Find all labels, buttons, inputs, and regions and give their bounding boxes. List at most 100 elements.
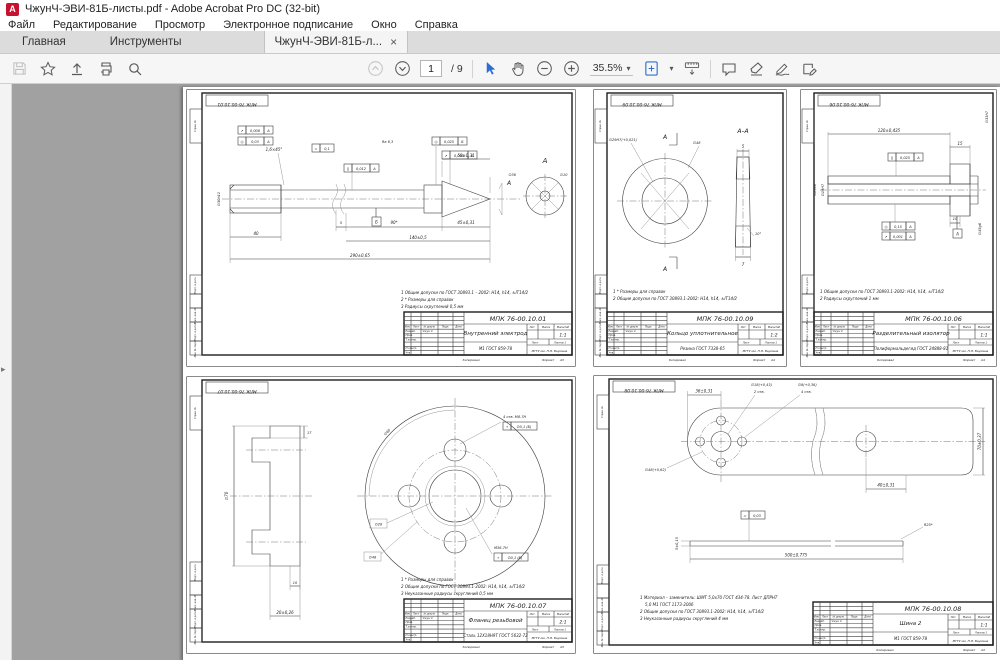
close-icon[interactable]: × — [390, 36, 397, 48]
share-icon[interactable] — [68, 60, 86, 78]
measure-tool-icon[interactable] — [683, 60, 701, 78]
note: 1 Общие допуски по ГОСТ 30893.1 – 2002: … — [401, 290, 529, 295]
dim: ∅48 — [369, 556, 377, 560]
stamp-text: МПК 76-00.10.08 — [624, 387, 663, 393]
dim: ∅18(+0,43) — [751, 383, 773, 387]
stamp-text: Пров. — [406, 620, 414, 624]
stamp-text: Формат — [963, 648, 975, 652]
stamp-text: Шина 2 — [900, 621, 922, 627]
dim: ∅48(+0,62) — [645, 468, 667, 472]
stamp-text: Справ. № — [806, 120, 809, 132]
menu-edit[interactable]: Редактирование — [53, 19, 137, 31]
stamp-text: Дата — [863, 615, 871, 618]
note: 2 Общие допуски по ГОСТ 30893.1-2002: Н1… — [613, 296, 737, 301]
fit-page-icon[interactable] — [642, 60, 660, 78]
comment-icon[interactable] — [720, 60, 738, 78]
dim: ∅33h7 — [985, 110, 989, 123]
menu-file[interactable]: Файл — [8, 19, 35, 31]
stamp-text: = — [315, 147, 318, 151]
dim: М36-7Н — [494, 546, 508, 550]
note: 3 Неуказанные радиусы скруглений 4 мм — [640, 616, 728, 621]
stamp-text: Пров. — [406, 333, 414, 337]
fill-sign-icon[interactable] — [801, 60, 819, 78]
dim: 5 — [742, 144, 745, 149]
drawing-sheet-5: 36±0,31 ∅18(+0,43) 2 отв. ∅8(+0,36) 4 от… — [593, 375, 997, 654]
stamp-text: Дата — [864, 325, 872, 328]
page-number-input[interactable]: 1 — [420, 60, 442, 77]
menu-window[interactable]: Окно — [371, 19, 397, 31]
acrobat-window: A ЧжунЧ-ЭВИ-81Б-листы.pdf - Adobe Acroba… — [0, 0, 1000, 660]
stamp-text: Н.контр. — [406, 346, 418, 350]
stamp-text: Подп. и дата — [599, 324, 602, 341]
tab-tools[interactable]: Инструменты — [88, 31, 204, 53]
stamp-text: А3 — [559, 645, 564, 649]
dim: 40 — [253, 231, 259, 236]
stamp-text: Справ. № — [601, 406, 604, 418]
stamp-text: Масса — [963, 615, 972, 619]
stamp-text: Кольцо уплотнительное — [667, 331, 738, 337]
nav-pane-toggle-icon[interactable]: ▸ — [1, 364, 6, 375]
dim: 140±0,5 — [409, 235, 427, 240]
highlight-icon[interactable] — [747, 60, 765, 78]
stamp-text: Масштаб — [768, 325, 781, 329]
stamp-text: ∥ — [347, 167, 349, 171]
menu-view[interactable]: Просмотр — [155, 19, 205, 31]
zoom-out-icon[interactable] — [536, 60, 554, 78]
stamp-text: Инв. № подл. — [599, 341, 602, 358]
stamp-text: Подп. и дата — [601, 614, 604, 631]
tab-document[interactable]: ЧжунЧ-ЭВИ-81Б-л... × — [264, 31, 409, 53]
stamp-text: Чжун Ч. — [423, 616, 434, 620]
save-icon[interactable] — [10, 60, 28, 78]
stamp-text: МГТУ им. Н.Э. Баумана — [532, 349, 568, 353]
stamp-text: Подп. и дата — [601, 567, 604, 584]
stamp-text: 0,1 — [324, 147, 330, 151]
zoom-in-icon[interactable] — [563, 60, 581, 78]
stamp-text: Лист — [615, 325, 623, 328]
tolerance-frame: = 0,1 — [312, 144, 334, 152]
stamp-text: 1:2 — [770, 333, 777, 339]
dim: 10° — [755, 232, 761, 236]
dim: 4 отв. — [801, 390, 812, 394]
navigation-pane-rail[interactable]: ▸ — [0, 84, 12, 660]
section-arrow: А — [662, 134, 667, 141]
search-icon[interactable] — [126, 60, 144, 78]
stamp-text: Масштаб — [557, 612, 570, 616]
menu-help[interactable]: Справка — [415, 19, 458, 31]
stamp-text: Листов 1 — [764, 341, 778, 345]
star-icon[interactable] — [39, 60, 57, 78]
stamp-text: Подп. — [645, 325, 652, 328]
print-icon[interactable] — [97, 60, 115, 78]
stamp-text: Лист — [531, 341, 539, 345]
dim: 120±0,435 — [878, 128, 901, 133]
tab-home[interactable]: Главная — [0, 31, 88, 53]
menu-esign[interactable]: Электронное подписание — [223, 19, 353, 31]
page-down-icon[interactable] — [393, 60, 411, 78]
sign-icon[interactable] — [774, 60, 792, 78]
dim: 500±0,775 — [785, 553, 808, 558]
hand-tool-icon[interactable] — [509, 60, 527, 78]
stamp-text: Б — [461, 140, 464, 144]
title-bar: A ЧжунЧ-ЭВИ-81Б-листы.pdf - Adobe Acroba… — [0, 0, 1000, 18]
page-up-icon[interactable] — [366, 60, 384, 78]
zoom-level-dropdown[interactable]: 35.5% ▾ — [590, 61, 634, 76]
stamp-text: Масса — [753, 325, 762, 329]
stamp-text: МПК 76-00.10.06 — [829, 101, 868, 107]
window-title: ЧжунЧ-ЭВИ-81Б-листы.pdf - Adobe Acrobat … — [25, 3, 320, 15]
title-block: Изм.Лист№ докум.Подп.ДатаРазраб.Чжун Ч.П… — [404, 312, 572, 362]
chevron-down-icon[interactable]: ▾ — [669, 64, 673, 73]
stamp-text: Инв. № подл. — [194, 628, 197, 645]
stamp-text: 0,15 — [894, 225, 903, 229]
dim: 36±0,31 — [695, 389, 712, 394]
stamp-text: Подп. и дата — [194, 611, 197, 628]
stamp-text: Инв. № подл. — [194, 341, 197, 358]
stamp-text: Копировал — [669, 358, 686, 362]
select-tool-icon[interactable] — [482, 60, 500, 78]
stamp-text: Масса — [542, 612, 551, 616]
stamp-text: Утв. — [406, 637, 412, 641]
stamp-text: Подп. и дата — [194, 564, 197, 581]
drawing-sheet-1: А А ∅36 ∅10 1,6×45° Ra 6,3 50±0,31 40 5 … — [186, 89, 576, 367]
stamp-text: Разраб. — [816, 329, 826, 333]
stamp-text: Подп. и дата — [806, 277, 809, 294]
stamp-text: Взам. инв. № — [194, 307, 197, 324]
stamp-text: А3 — [980, 648, 985, 652]
